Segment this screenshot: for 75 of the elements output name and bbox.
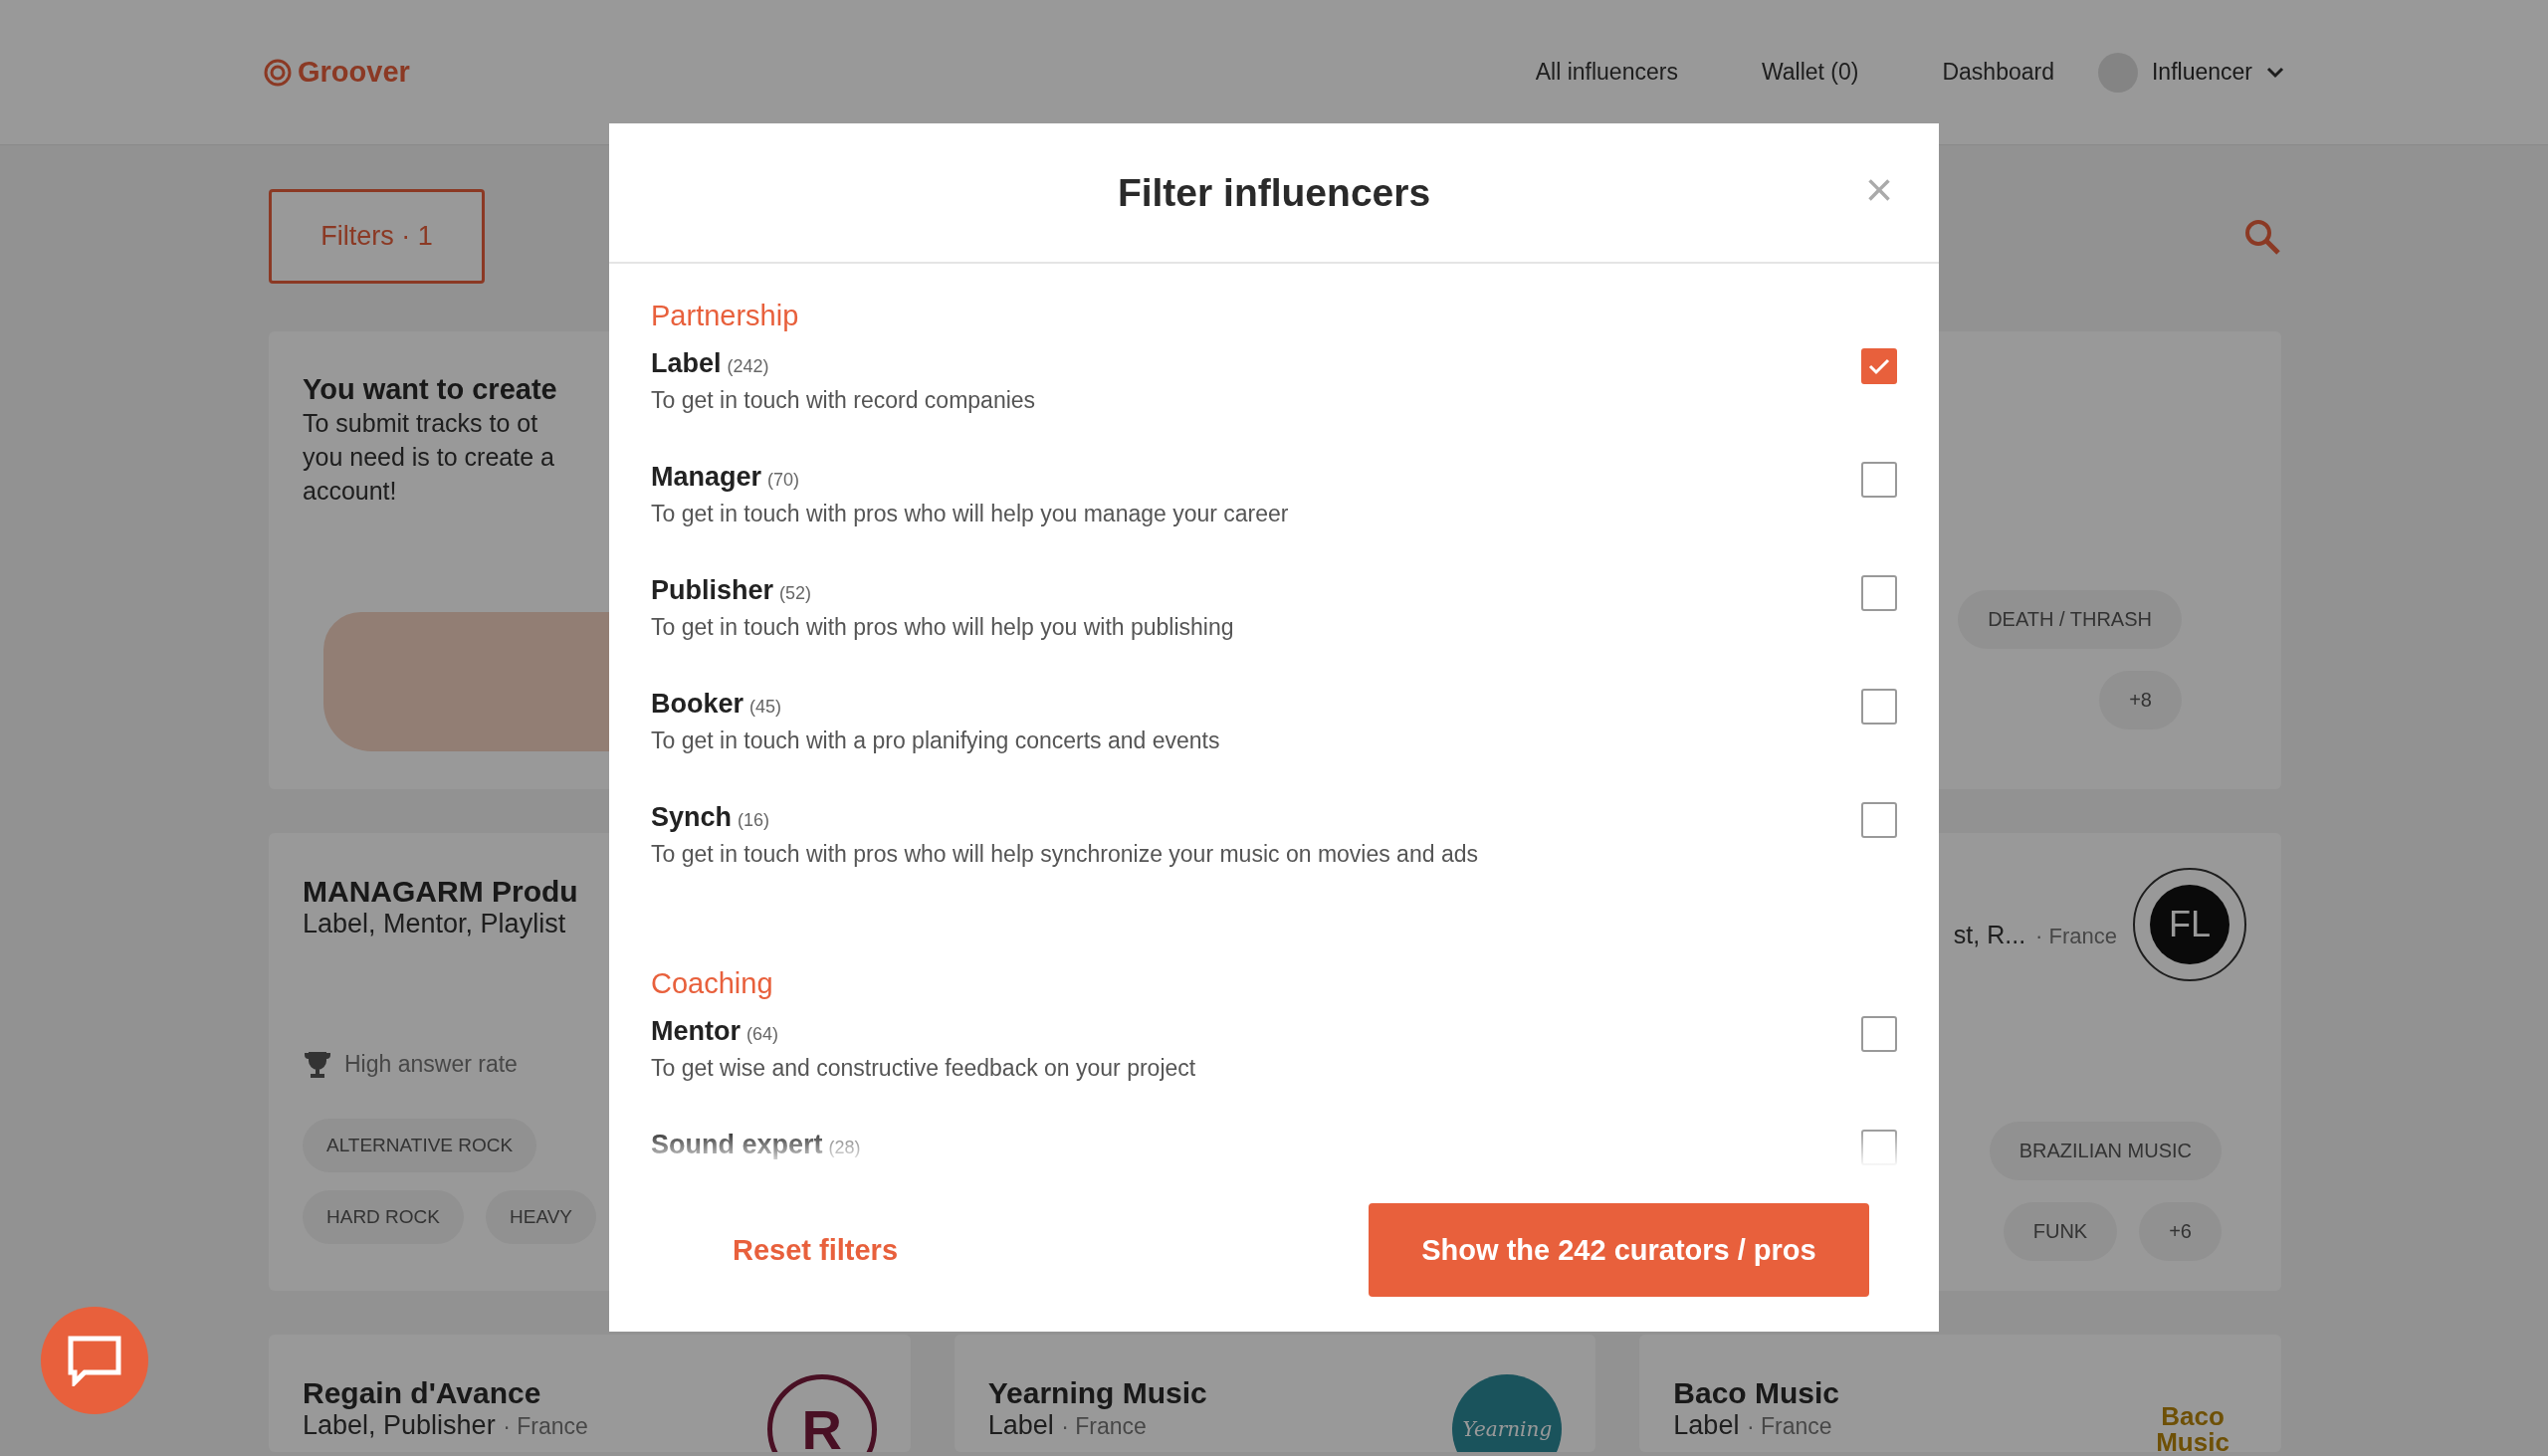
curator-name: Baco Music <box>1673 1376 1840 1410</box>
genre-tag: +6 <box>2139 1202 2222 1261</box>
filter-description: To get in touch with pros who will help you with publishing <box>651 614 1234 641</box>
close-button[interactable]: × <box>1858 165 1899 215</box>
curator-roles: Label, Mentor, Playlist <box>303 909 566 939</box>
checkbox[interactable] <box>1861 689 1897 725</box>
filters-button[interactable]: Filters · 1 <box>269 189 485 284</box>
nav-link[interactable]: All influencers <box>1535 59 1678 86</box>
country-label: · France <box>1746 1413 1832 1439</box>
nav-link[interactable]: Wallet (0) <box>1761 59 1859 86</box>
country-label: · France <box>2035 924 2117 949</box>
logo-picture: Yearning <box>1452 1374 1563 1452</box>
trophy-icon <box>303 1049 332 1079</box>
filter-description: To get in touch with a pro planifying concerts and events <box>651 728 1220 754</box>
checkbox[interactable] <box>1861 1130 1897 1165</box>
card-title: You want to create <box>303 373 557 406</box>
filter-name: Publisher <box>651 575 774 605</box>
filter-name: Sound expert <box>651 1130 823 1159</box>
chat-bubble-icon <box>67 1335 122 1386</box>
logo-picture: R <box>766 1374 877 1452</box>
logo-text[interactable]: Groover <box>298 56 410 89</box>
search-icon <box>2243 217 2281 256</box>
filter-count: (64) <box>746 1024 778 1044</box>
curator-roles: st, R... <box>1953 921 2026 949</box>
filter-description: To get in touch with pros who will help you manage your career <box>651 501 1289 527</box>
genre-tag: HEAVY <box>486 1190 597 1244</box>
reset-button[interactable]: Reset filters <box>727 1232 904 1268</box>
curator-name: MANAGARM Produ <box>303 875 578 909</box>
genre-tag: HARD ROCK <box>303 1190 464 1244</box>
filter-description: To get in touch with record companies <box>651 387 1036 414</box>
badge-text: High answer rate <box>344 1050 518 1078</box>
filter-count: (70) <box>767 470 800 490</box>
check-icon <box>1868 357 1890 375</box>
checkbox[interactable] <box>1861 575 1897 611</box>
filter-count: (16) <box>738 810 770 830</box>
checkbox[interactable] <box>1861 462 1897 498</box>
more-tag: +8 <box>2099 671 2182 729</box>
filter-name: Mentor <box>651 1016 741 1046</box>
genre-tag: BRAZILIAN MUSIC <box>1989 1122 2222 1180</box>
nav-link[interactable]: Dashboard <box>1942 59 2054 86</box>
filter-description: To get in touch with pros who will help synchronize your music on movies and ads <box>651 841 1478 868</box>
submit-button[interactable]: Show the 242 curators / pros <box>1369 1203 1869 1297</box>
curator-roles: Label <box>1673 1410 1741 1440</box>
filter-count: (28) <box>828 1138 861 1157</box>
curator-name: Regain d'Avance <box>303 1376 541 1410</box>
checkbox[interactable] <box>1861 348 1897 384</box>
card-text: account! <box>303 476 397 507</box>
checkbox[interactable] <box>1861 1016 1897 1052</box>
genre-tag: FUNK <box>2003 1202 2118 1261</box>
country-label: · France <box>1061 1413 1147 1439</box>
genre-tag: ALTERNATIVE ROCK <box>303 1119 537 1172</box>
filter-name: Booker <box>651 689 744 719</box>
curator-roles: Label, Publisher <box>303 1410 497 1440</box>
country-label: · France <box>503 1413 588 1439</box>
filter-name: Label <box>651 348 722 378</box>
card-text: To submit tracks to ot <box>303 408 538 439</box>
filter-count: (52) <box>779 583 812 603</box>
section-title: Coaching <box>651 967 774 1000</box>
curator-roles: Label <box>987 1410 1055 1440</box>
filter-count: (45) <box>749 697 782 717</box>
filter-name: Manager <box>651 462 762 492</box>
spiral-logo-icon <box>264 58 292 87</box>
account-menu[interactable]: Influencer <box>2152 59 2252 86</box>
checkbox[interactable] <box>1861 802 1897 838</box>
filter-description: To get wise and constructive feedback on your project <box>651 1055 1196 1082</box>
filter-name: Synch <box>651 802 733 832</box>
logo-picture: Baco Music <box>2155 1400 2230 1452</box>
chevron-down-icon <box>2266 66 2284 79</box>
genre-tag: DEATH / THRASH <box>1958 590 2182 649</box>
filter-count: (242) <box>727 356 769 376</box>
dialog-title: Filter influencers <box>1117 170 1431 215</box>
avatar-text: FL <box>2150 885 2230 964</box>
card-text: you need is to create a <box>303 442 554 473</box>
curator-name: Yearning Music <box>987 1376 1207 1410</box>
section-title: Partnership <box>651 300 800 332</box>
